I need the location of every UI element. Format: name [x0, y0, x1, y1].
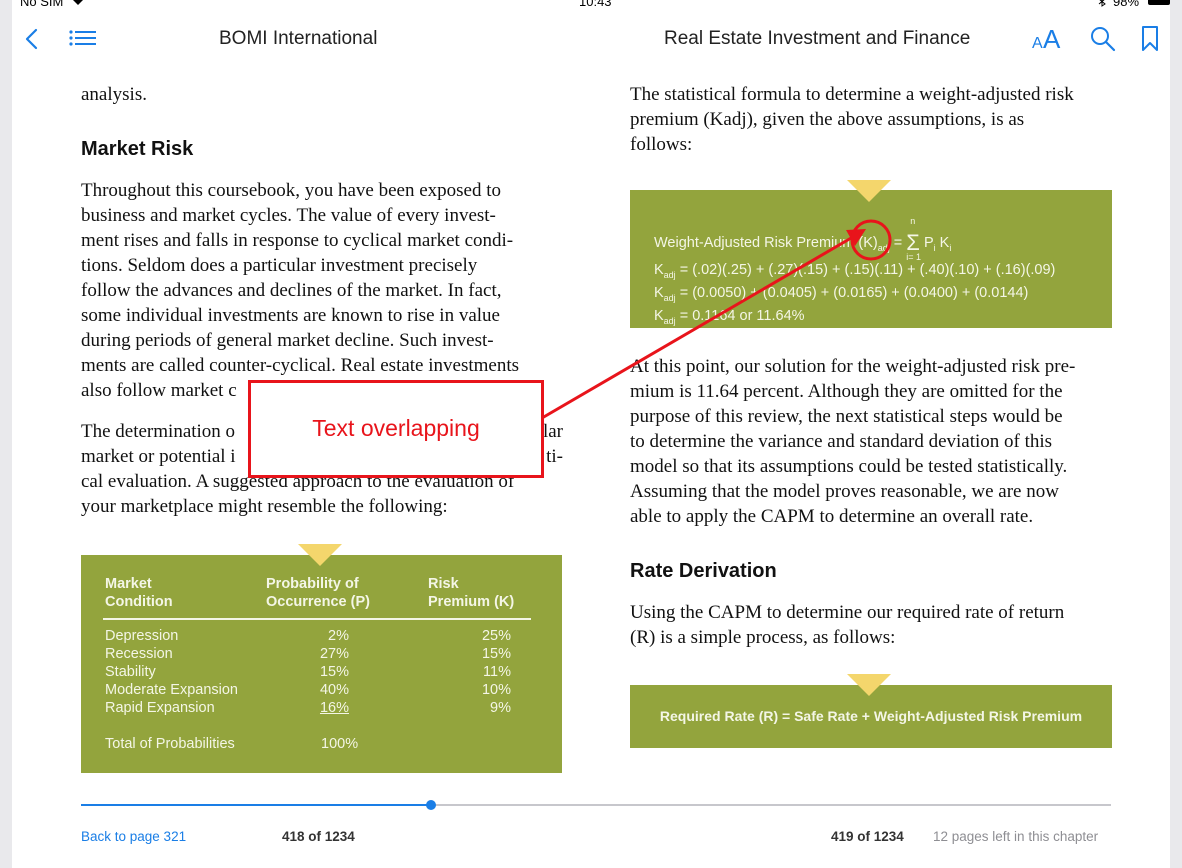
- page-progress-fill: [81, 804, 432, 806]
- left-page-number: 418 of 1234: [282, 829, 355, 844]
- page-progress-track[interactable]: [81, 800, 1111, 810]
- formula-pointer-triangle: [847, 180, 891, 202]
- back-to-page-link[interactable]: Back to page 321: [81, 829, 186, 844]
- rate-pointer-triangle: [847, 674, 891, 696]
- table-pointer-triangle: [298, 544, 342, 566]
- annotation-arrow-line: [541, 232, 859, 420]
- annotation-label: Text overlapping: [312, 415, 480, 441]
- pages-left-label: 12 pages left in this chapter: [933, 829, 1099, 844]
- annotation-box: Text overlapping: [248, 380, 544, 478]
- annotation-arrowhead: [846, 229, 866, 246]
- annotation-overlay: [541, 219, 892, 420]
- right-page-number: 419 of 1234: [831, 829, 904, 844]
